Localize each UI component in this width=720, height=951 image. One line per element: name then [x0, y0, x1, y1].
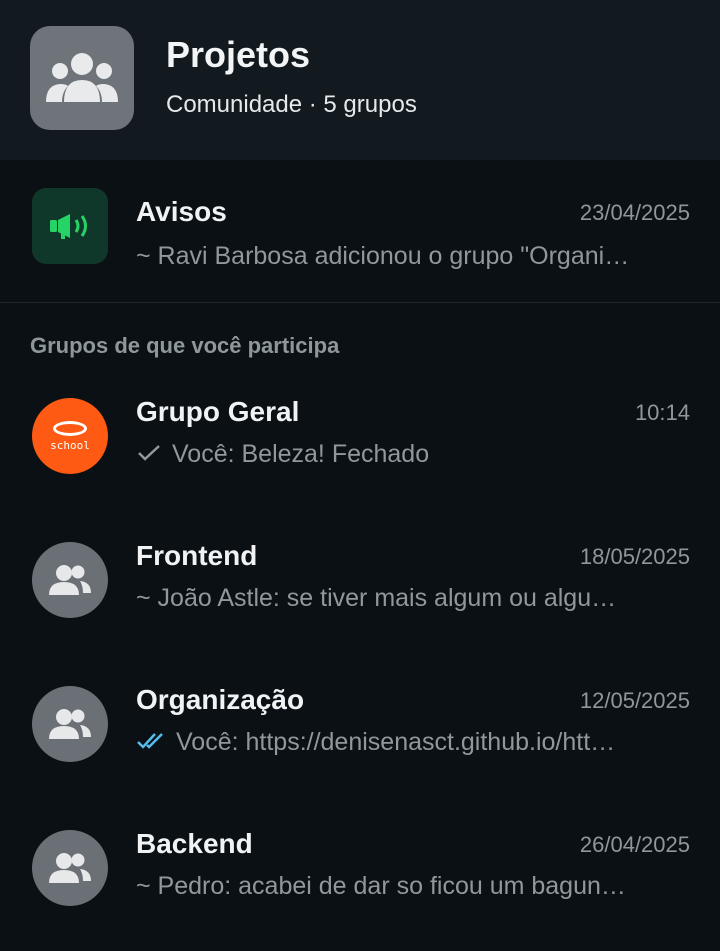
message-text: Você: https://denisenasct.github.io/htt… — [176, 728, 616, 756]
group-row-grupo-geral[interactable]: school Grupo Geral 10:14 Você: Beleza! F… — [0, 374, 720, 518]
group-row-backend[interactable]: Backend 26/04/2025 ~ Pedro: acabei de da… — [0, 806, 720, 950]
group-name: Organização — [136, 684, 305, 715]
message-text: Você: Beleza! Fechado — [172, 440, 430, 468]
group-last-message: Você: https://denisenasct.github.io/htt… — [136, 728, 681, 757]
group-icon — [49, 709, 91, 739]
group-name: Grupo Geral — [136, 396, 300, 427]
group-avatar — [32, 830, 108, 906]
school-logo-avatar: school — [32, 398, 108, 474]
group-name: Backend — [136, 828, 253, 859]
group-icon — [49, 853, 91, 883]
group-time: 18/05/2025 — [579, 544, 690, 569]
group-icon — [49, 565, 91, 595]
community-title: Projetos — [166, 34, 311, 75]
community-avatar[interactable] — [30, 26, 134, 130]
announcements-name: Avisos — [136, 196, 227, 227]
community-group-icon — [46, 53, 118, 102]
school-logo-text: school — [50, 438, 90, 452]
group-time: 26/04/2025 — [579, 832, 690, 857]
group-last-message: ~ João Astle: se tiver mais algum ou alg… — [136, 584, 617, 612]
community-header[interactable]: Projetos Comunidade · 5 grupos — [0, 0, 720, 160]
groups-section-label: Grupos de que você participa — [30, 333, 340, 358]
group-avatar — [32, 686, 108, 762]
read-double-check-icon — [136, 728, 166, 757]
announcements-time: 23/04/2025 — [579, 200, 690, 225]
group-last-message: ~ Pedro: acabei de dar so ficou um bagun… — [136, 872, 626, 900]
group-row-frontend[interactable]: Frontend 18/05/2025 ~ João Astle: se tiv… — [0, 518, 720, 662]
group-last-message: Você: Beleza! Fechado — [136, 440, 681, 469]
announcements-avatar — [32, 188, 108, 264]
group-row-organizacao[interactable]: Organização 12/05/2025 Você: https://den… — [0, 662, 720, 806]
sent-check-icon — [136, 440, 162, 469]
group-avatar — [32, 542, 108, 618]
group-time: 12/05/2025 — [579, 688, 690, 713]
school-logo-icon — [53, 420, 87, 436]
announcements-message: ~ Ravi Barbosa adicionou o grupo "Organi… — [136, 242, 630, 270]
community-subtitle: Comunidade · 5 grupos — [166, 91, 417, 118]
group-time: 10:14 — [634, 400, 690, 425]
group-name: Frontend — [136, 540, 258, 571]
announcements-row[interactable]: Avisos 23/04/2025 ~ Ravi Barbosa adicion… — [0, 160, 720, 303]
megaphone-icon — [50, 214, 87, 239]
